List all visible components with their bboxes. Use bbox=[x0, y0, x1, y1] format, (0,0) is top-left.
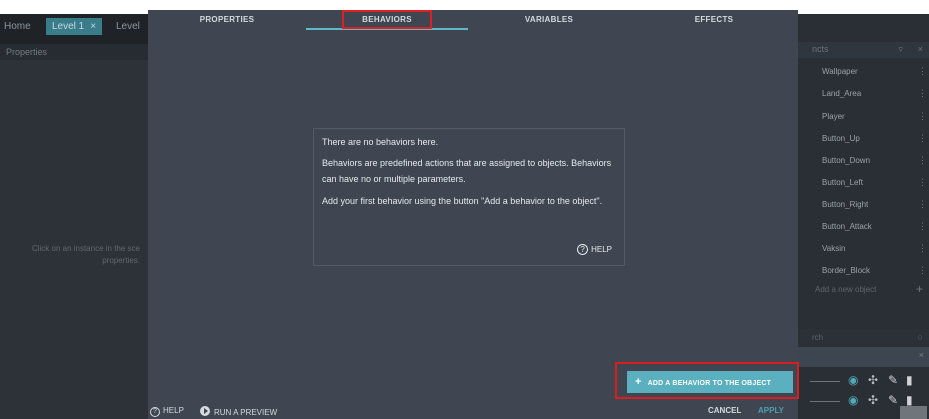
close-icon[interactable]: × bbox=[90, 21, 96, 32]
object-item[interactable]: Land_Area bbox=[822, 89, 861, 98]
dialog-tab-bar: PROPERTIES BEHAVIORS VARIABLES EFFECTS bbox=[148, 10, 798, 30]
empty-title: There are no behaviors here. bbox=[322, 137, 439, 147]
pencil-icon[interactable]: ✎ bbox=[888, 393, 898, 407]
apply-button[interactable]: APPLY bbox=[758, 406, 784, 415]
properties-hint-line-1: Click on an instance in the sce bbox=[31, 244, 140, 253]
tab-level-1-label: Level 1 bbox=[52, 21, 85, 32]
object-item[interactable]: Player bbox=[822, 112, 845, 121]
eye-icon[interactable]: ◉ bbox=[848, 393, 858, 407]
tab-level[interactable]: Level bbox=[116, 21, 140, 32]
objects-header-label: ncts bbox=[812, 44, 829, 54]
kebab-menu-icon[interactable]: ⋮ bbox=[918, 88, 927, 99]
objects-panel-header: ncts ▿ × bbox=[798, 42, 929, 58]
kebab-menu-icon[interactable]: ⋮ bbox=[918, 133, 927, 144]
close-icon[interactable]: × bbox=[918, 44, 923, 54]
kebab-menu-icon[interactable]: ⋮ bbox=[918, 177, 927, 188]
search-placeholder: rch bbox=[812, 333, 824, 342]
help-link-label: HELP bbox=[591, 245, 612, 254]
kebab-menu-icon[interactable]: ⋮ bbox=[918, 199, 927, 210]
play-icon bbox=[200, 406, 210, 416]
pencil-icon[interactable]: ✎ bbox=[888, 373, 898, 387]
object-item[interactable]: Button_Up bbox=[822, 134, 860, 143]
run-preview-button[interactable]: RUN A PREVIEW bbox=[200, 406, 277, 417]
add-behavior-highlight bbox=[615, 362, 799, 399]
empty-behaviors-box: There are no behaviors here. Behaviors a… bbox=[313, 128, 625, 266]
run-preview-label: RUN A PREVIEW bbox=[214, 408, 278, 417]
layer-line bbox=[810, 381, 840, 382]
footer-help-label: HELP bbox=[163, 406, 184, 415]
object-item[interactable]: Button_Left bbox=[822, 178, 863, 187]
editor-screen: Home Level 1 × Level Properties Click on … bbox=[0, 0, 929, 419]
help-icon: ? bbox=[577, 244, 589, 255]
layers-panel-header: × bbox=[798, 347, 929, 367]
layer-line bbox=[810, 401, 840, 402]
tab-effects[interactable]: EFFECTS bbox=[630, 10, 798, 30]
object-item[interactable]: Button_Attack bbox=[822, 222, 872, 231]
kebab-menu-icon[interactable]: ⋮ bbox=[918, 155, 927, 166]
trash-icon[interactable]: ▮ bbox=[906, 373, 913, 387]
filter-icon[interactable]: ▿ bbox=[898, 44, 903, 55]
kebab-menu-icon[interactable]: ⋮ bbox=[918, 66, 927, 77]
add-new-object-link[interactable]: Add a new object bbox=[815, 285, 876, 294]
behaviors-tab-highlight bbox=[342, 10, 432, 29]
object-search[interactable]: rch ○ bbox=[798, 329, 929, 347]
move-icon[interactable]: ✣ bbox=[868, 393, 878, 407]
tab-level-1[interactable]: Level 1 × bbox=[46, 18, 103, 35]
kebab-menu-icon[interactable]: ⋮ bbox=[918, 111, 927, 122]
layer-row[interactable]: ◉ ✣ ✎ ▮ bbox=[800, 370, 929, 392]
footer-help-button[interactable]: ? HELP bbox=[150, 406, 184, 417]
search-icon: ○ bbox=[917, 332, 923, 342]
eye-icon[interactable]: ◉ bbox=[848, 373, 858, 387]
properties-hint: Click on an instance in the sce properti… bbox=[0, 243, 148, 267]
kebab-menu-icon[interactable]: ⋮ bbox=[918, 221, 927, 232]
properties-panel bbox=[0, 60, 148, 419]
object-editor-dialog: PROPERTIES BEHAVIORS VARIABLES EFFECTS T… bbox=[148, 10, 799, 419]
corner-button[interactable] bbox=[900, 406, 927, 419]
help-link[interactable]: ? HELP bbox=[577, 244, 612, 255]
tab-variables[interactable]: VARIABLES bbox=[468, 10, 630, 30]
tab-properties[interactable]: PROPERTIES bbox=[148, 10, 306, 30]
kebab-menu-icon[interactable]: ⋮ bbox=[918, 243, 927, 254]
close-icon[interactable]: × bbox=[919, 350, 924, 360]
trash-icon[interactable]: ▮ bbox=[906, 393, 913, 407]
dialog-footer: ? HELP RUN A PREVIEW CANCEL APPLY bbox=[148, 403, 798, 419]
object-item[interactable]: Vaksin bbox=[822, 244, 845, 253]
object-item[interactable]: Wallpaper bbox=[822, 67, 858, 76]
plus-icon[interactable]: + bbox=[916, 282, 923, 296]
properties-panel-header: Properties bbox=[0, 44, 148, 60]
move-icon[interactable]: ✣ bbox=[868, 373, 878, 387]
empty-instructions: Add your first behavior using the button… bbox=[322, 196, 603, 206]
properties-hint-line-2: properties. bbox=[102, 256, 140, 265]
object-item[interactable]: Button_Down bbox=[822, 156, 870, 165]
cancel-button[interactable]: CANCEL bbox=[708, 406, 741, 415]
tab-home[interactable]: Home bbox=[4, 21, 31, 32]
kebab-menu-icon[interactable]: ⋮ bbox=[918, 265, 927, 276]
empty-description: Behaviors are predefined actions that ar… bbox=[322, 158, 612, 184]
object-item[interactable]: Button_Right bbox=[822, 200, 868, 209]
help-icon: ? bbox=[150, 407, 160, 417]
object-item[interactable]: Border_Block bbox=[822, 266, 870, 275]
